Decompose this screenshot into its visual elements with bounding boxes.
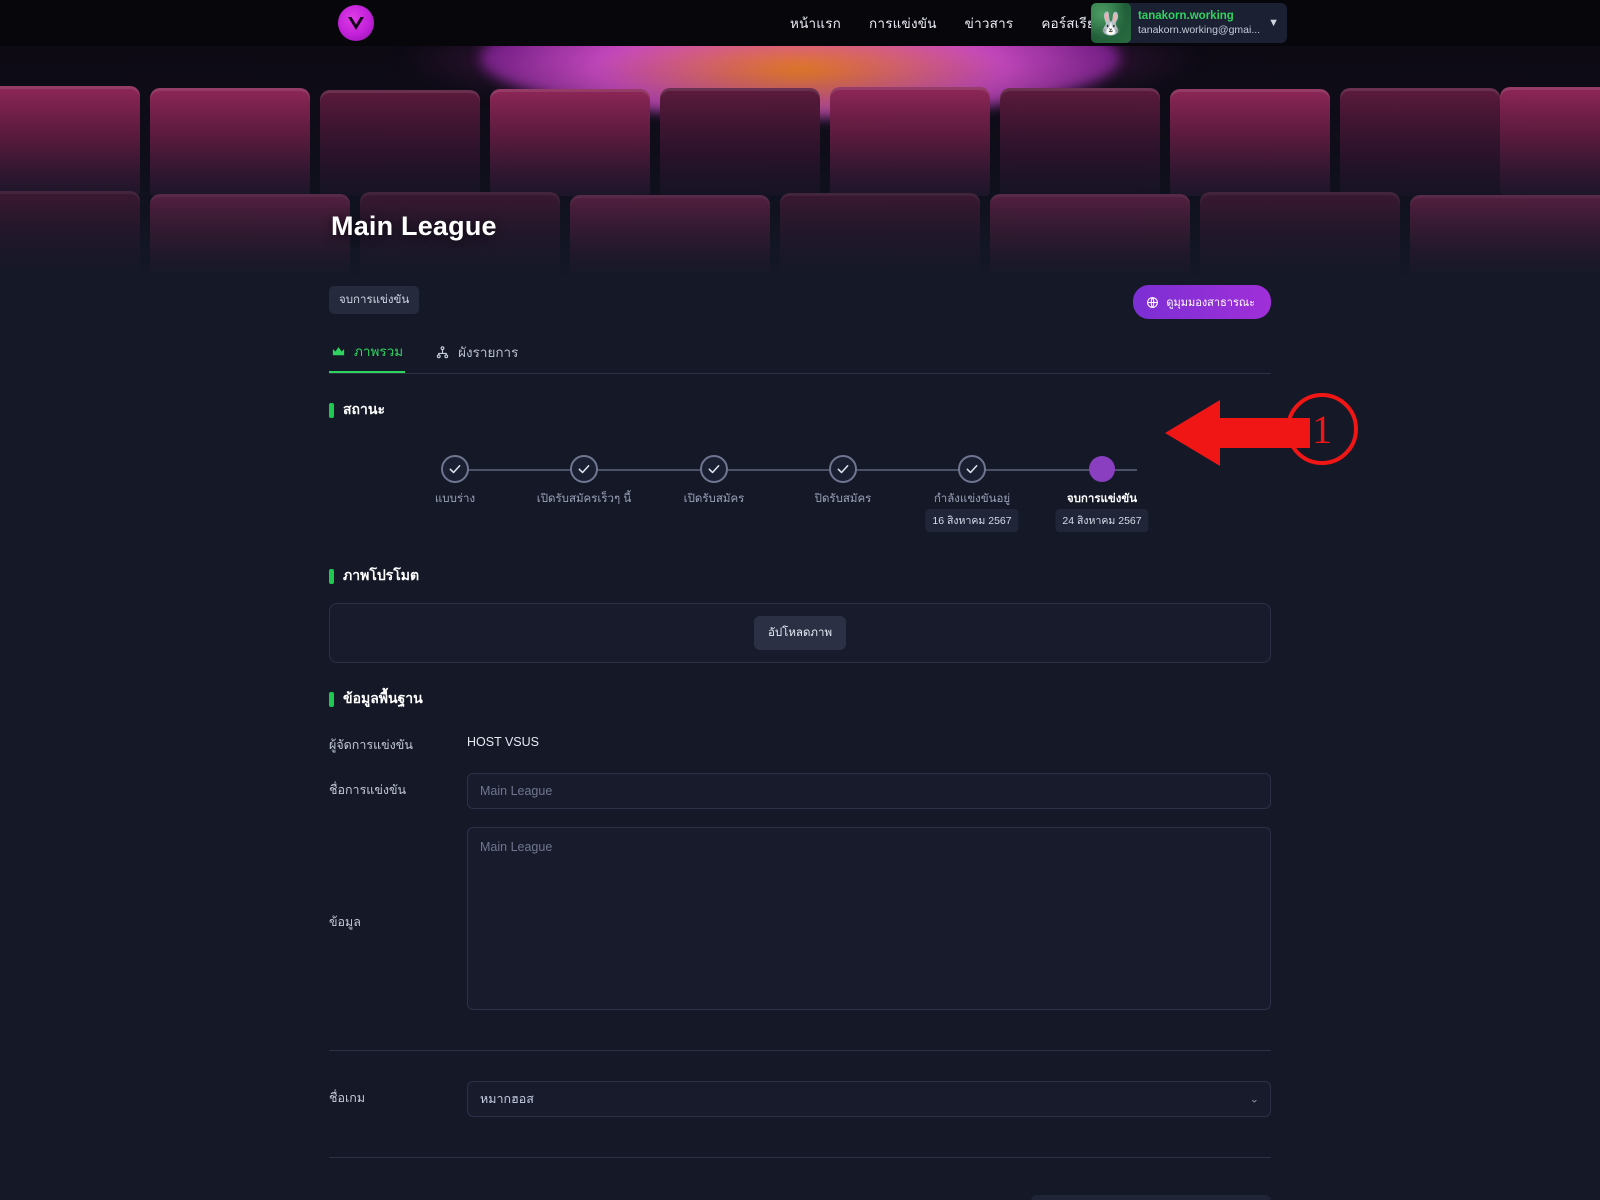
section-accent-bar [329, 402, 334, 418]
tab-overview-label: ภาพรวม [354, 344, 404, 359]
user-account-menu[interactable]: 🐰 tanakorn.working tanakorn.working@gmai… [1090, 3, 1287, 43]
organizer-label: ผู้จัดการแข่งขัน [329, 738, 413, 752]
stepper-step-date: 24 สิงหาคม 2567 [1055, 509, 1149, 532]
page-title: Main League [331, 211, 497, 241]
section-heading-promo-label: ภาพโปรโมต [343, 567, 420, 583]
save-button[interactable]: บันทึก [1031, 1195, 1271, 1200]
game-name-select[interactable]: หมากฮอส [467, 1081, 1271, 1117]
vsus-logo-icon[interactable] [338, 5, 374, 41]
tab-overview[interactable]: ภาพรวม [329, 340, 406, 373]
section-heading-basic-info: ข้อมูลพื้นฐาน [329, 688, 1271, 710]
nav-link-news[interactable]: ข่าวสาร [965, 12, 1014, 34]
check-icon-circle [700, 455, 728, 483]
tab-bracket[interactable]: ผังรายการ [433, 340, 520, 373]
check-icon-circle [958, 455, 986, 483]
form-divider [329, 1050, 1271, 1051]
section-heading-basic-info-label: ข้อมูลพื้นฐาน [343, 690, 423, 706]
stepper-step-label: ปิดรับสมัคร [814, 493, 872, 505]
check-icon-circle [570, 455, 598, 483]
section-accent-bar [329, 691, 334, 707]
hero-overlay [0, 46, 1600, 286]
logo-v-glyph [348, 17, 364, 30]
check-icon-circle [829, 455, 857, 483]
status-stepper: แบบร่าง เปิดรับสมัครเร็วๆ นี้ เปิดรับสมั… [435, 455, 1151, 540]
app-page: หน้าแรก การแข่งขัน ข่าวสาร คอร์สเรียน ช่… [0, 0, 1600, 1200]
stepper-step-label: จบการแข่งขัน [1066, 493, 1138, 505]
form-footer: บันทึก [329, 1158, 1271, 1200]
organizer-value: HOST VSUS [467, 735, 540, 749]
section-heading-status: สถานะ [329, 399, 1271, 421]
tournament-name-label: ชื่อการแข่งขัน [329, 783, 407, 797]
stepper-step-label: เปิดรับสมัคร [683, 493, 745, 505]
basic-info-form: ผู้จัดการแข่งขัน HOST VSUS ชื่อการแข่งขั… [329, 728, 1271, 1200]
public-view-button-label: ดูมุมมองสาธารณะ [1166, 297, 1255, 309]
check-icon [578, 465, 590, 474]
avatar: 🐰 [1090, 3, 1131, 43]
chevron-down-icon[interactable]: ▼ [1260, 17, 1279, 29]
stepper-step-label: กำลังแข่งขันอยู่ [933, 493, 1011, 505]
game-name-select-wrap: หมากฮอส ⌄ [467, 1081, 1271, 1117]
tab-bracket-label: ผังรายการ [458, 345, 519, 360]
check-icon [449, 465, 461, 474]
bracket-icon [436, 345, 449, 358]
status-badge: จบการแข่งขัน [329, 286, 420, 314]
stepper-step-label: แบบร่าง [434, 493, 476, 505]
user-meta: tanakorn.working tanakorn.working@gmai..… [1138, 10, 1260, 35]
description-label: ข้อมูล [329, 915, 361, 929]
top-navigation-bar: หน้าแรก การแข่งขัน ข่าวสาร คอร์สเรียน ช่… [0, 0, 1600, 46]
check-icon-circle [441, 455, 469, 483]
section-heading-status-label: สถานะ [343, 401, 385, 417]
globe-icon [1147, 296, 1159, 308]
description-textarea[interactable] [467, 827, 1271, 1010]
nav-link-tournaments[interactable]: การแข่งขัน [869, 12, 937, 34]
stepper-step-label: เปิดรับสมัครเร็วๆ นี้ [536, 493, 632, 505]
user-name: tanakorn.working [1137, 10, 1234, 23]
game-name-label: ชื่อเกม [329, 1091, 366, 1105]
form-row-game-name: ชื่อเกม หมากฮอส ⌄ [329, 1081, 1271, 1117]
check-icon [708, 465, 720, 474]
nav-link-home[interactable]: หน้าแรก [790, 12, 841, 34]
current-step-dot-icon [1089, 456, 1115, 482]
hero-banner: Main League [0, 46, 1600, 286]
check-icon [966, 465, 978, 474]
form-row-description: ข้อมูล [329, 827, 1271, 1010]
public-view-button[interactable]: ดูมุมมองสาธารณะ [1133, 285, 1271, 319]
tournament-name-input[interactable] [467, 773, 1271, 809]
section-accent-bar [329, 568, 334, 584]
section-heading-promo: ภาพโปรโมต [329, 565, 1271, 587]
check-icon [837, 465, 849, 474]
user-email: tanakorn.working@gmai... [1137, 23, 1261, 36]
upload-image-button[interactable]: อัปโหลดภาพ [753, 616, 847, 650]
stepper-track [455, 469, 1137, 471]
content-inner: จบการแข่งขัน ดูมุมมองสาธารณะ ภาพรวม ผังร… [329, 285, 1271, 1200]
rabbit-avatar-icon: 🐰 [1097, 10, 1125, 36]
form-row-organizer: ผู้จัดการแข่งขัน HOST VSUS [329, 728, 1271, 755]
stepper-step-date: 16 สิงหาคม 2567 [925, 509, 1019, 532]
main-content: จบการแข่งขัน ดูมุมมองสาธารณะ ภาพรวม ผังร… [0, 285, 1600, 1200]
crown-icon [332, 346, 345, 355]
form-row-tournament-name: ชื่อการแข่งขัน [329, 773, 1271, 809]
tab-bar: ภาพรวม ผังรายการ [329, 340, 1271, 374]
promo-image-dropzone[interactable]: อัปโหลดภาพ [329, 603, 1271, 663]
